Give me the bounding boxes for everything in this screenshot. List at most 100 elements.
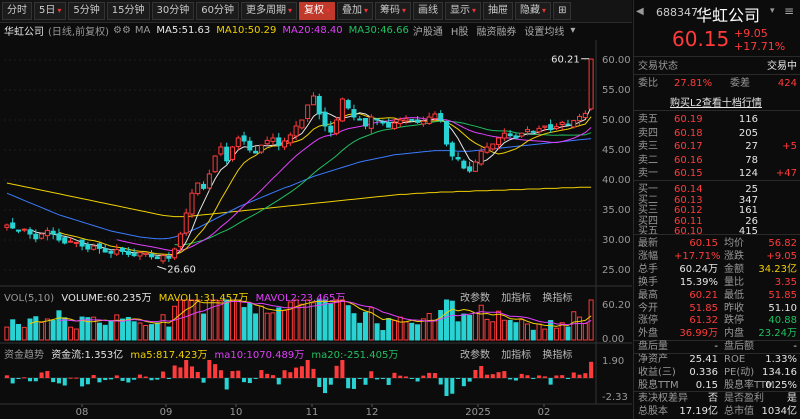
fund-bar bbox=[403, 376, 409, 378]
volume-bar bbox=[253, 313, 259, 341]
fund-bar bbox=[218, 370, 223, 378]
layout-icon[interactable]: ⊞ bbox=[553, 2, 572, 20]
candle-body bbox=[449, 142, 455, 157]
vol-swap-indicator-button[interactable]: 换指标 bbox=[542, 293, 572, 304]
toolbar-button-5[interactable]: 60分钟 bbox=[196, 2, 239, 20]
toolbar-button-4[interactable]: 30分钟 bbox=[151, 2, 195, 20]
high-annotation: 60.21 bbox=[551, 55, 580, 66]
candle-body bbox=[218, 146, 224, 155]
toolbar-button-13[interactable]: 隐藏 ▾ bbox=[515, 2, 552, 20]
stat-value: 1034亿 bbox=[761, 405, 797, 417]
vol-add-indicator-button[interactable]: 加指标 bbox=[501, 293, 531, 304]
toolbar-button-12[interactable]: 抽屉 bbox=[483, 2, 514, 20]
candle-body bbox=[21, 228, 27, 231]
volume-bar bbox=[91, 316, 97, 341]
fund-bar bbox=[479, 366, 484, 378]
quote-stat-row: 总手 60.24万 金额 34.23亿 bbox=[634, 263, 800, 276]
fund-bar bbox=[62, 378, 67, 386]
toolbar-button-2[interactable]: 5分钟 bbox=[68, 2, 105, 20]
collapse-icon[interactable]: ◀ bbox=[636, 6, 644, 17]
orderbook-volume: 27 bbox=[745, 141, 758, 152]
fund-bar bbox=[496, 372, 501, 378]
toolbar-button-9[interactable]: 筹码 ▾ bbox=[375, 2, 412, 20]
toolbar-button-3[interactable]: 15分钟 bbox=[106, 2, 150, 20]
volume-bar bbox=[501, 319, 507, 341]
volume-bar bbox=[247, 302, 253, 341]
fund-bar bbox=[508, 378, 513, 380]
fund-bar bbox=[398, 375, 403, 378]
fund-change-param-button[interactable]: 改参数 bbox=[460, 350, 490, 361]
ma30-value: MA30:46.66 bbox=[348, 24, 409, 36]
volume-bar bbox=[316, 299, 322, 341]
toolbar-button-6[interactable]: 更多周期 ▾ bbox=[240, 2, 297, 20]
volume-bar bbox=[345, 305, 351, 341]
fund-bar bbox=[22, 377, 27, 379]
toolbar-button-label: 30分钟 bbox=[156, 5, 190, 16]
vol-change-param-button[interactable]: 改参数 bbox=[460, 293, 490, 304]
candle-body bbox=[438, 113, 444, 121]
toolbar-button-0[interactable]: 分时 bbox=[2, 2, 32, 20]
chevron-down-icon: ▾ bbox=[325, 6, 330, 15]
volume-bar bbox=[577, 316, 583, 341]
toolbar-button-label: 更多周期 bbox=[245, 5, 286, 16]
toolbar-button-1[interactable]: 5日 ▾ bbox=[34, 2, 67, 20]
fund-bar bbox=[68, 377, 73, 379]
volume-bar bbox=[264, 312, 270, 341]
fund-bar bbox=[236, 370, 241, 378]
collapse-icon[interactable]: ▾ bbox=[570, 25, 575, 36]
toolbar-button-label: 显示 bbox=[450, 5, 471, 16]
stat-value: 0.25% bbox=[765, 379, 797, 391]
chevron-down-icon: ▾ bbox=[57, 6, 62, 15]
margin-link[interactable]: 融资融券 bbox=[476, 23, 516, 38]
toolbar-button-label: 5分钟 bbox=[73, 5, 100, 16]
toolbar-button-10[interactable]: 画线 bbox=[413, 2, 444, 20]
menu-icon[interactable]: ≡ bbox=[784, 4, 794, 18]
toolbar-button-label: 60分钟 bbox=[201, 5, 234, 16]
exchange-link[interactable]: 沪股通 bbox=[413, 23, 443, 38]
fund-bar bbox=[195, 372, 200, 378]
volume-bar bbox=[85, 317, 91, 341]
candle-body bbox=[322, 111, 328, 127]
candle-body bbox=[299, 119, 305, 129]
fund-bar bbox=[178, 367, 183, 378]
candle-body bbox=[536, 127, 542, 133]
weicha-label: 委差 bbox=[730, 78, 750, 89]
candle-body bbox=[426, 116, 432, 124]
stat-value: 17.19亿 bbox=[679, 405, 718, 417]
fund-bar bbox=[323, 378, 328, 394]
candle-body bbox=[507, 133, 513, 137]
volume-bar bbox=[108, 320, 114, 341]
price-tick-label: 30.00 bbox=[602, 235, 631, 246]
toolbar-button-8[interactable]: 叠加 ▾ bbox=[337, 2, 374, 20]
volume-bar bbox=[334, 299, 340, 341]
fund-bar bbox=[207, 360, 212, 378]
stat-value: 61.32 bbox=[689, 315, 718, 327]
candle-body bbox=[73, 241, 79, 244]
gear-icon[interactable]: ⚙⚙ bbox=[113, 25, 131, 36]
quote-stat-row: 涨停 61.32 跌停 40.88 bbox=[634, 314, 800, 327]
volume-bar bbox=[467, 315, 473, 341]
hshare-link[interactable]: H股 bbox=[451, 23, 469, 38]
toolbar-button-11[interactable]: 显示 ▾ bbox=[445, 2, 482, 20]
fund-add-indicator-button[interactable]: 加指标 bbox=[501, 350, 531, 361]
volume-bar bbox=[183, 299, 189, 341]
volume-bar bbox=[548, 320, 554, 341]
l2-upgrade-link[interactable]: 购买L2查看十档行情 bbox=[670, 94, 762, 109]
period-label[interactable]: (日线,前复权) bbox=[48, 23, 109, 38]
x-axis-label: 10 bbox=[230, 407, 243, 418]
fund-bar bbox=[126, 378, 131, 383]
toolbar-button-label: 筹码 bbox=[380, 5, 401, 16]
price-change-pct: +17.71% bbox=[734, 40, 786, 53]
stat-value: - bbox=[793, 341, 797, 353]
stat-value: 3.35 bbox=[774, 276, 797, 288]
ma-settings-link[interactable]: 设置均线 bbox=[524, 23, 564, 38]
fund-bar bbox=[253, 378, 258, 379]
fund-bar bbox=[473, 370, 478, 378]
candle-body bbox=[224, 146, 230, 162]
toolbar-button-7[interactable]: 复权 ▾ bbox=[298, 2, 335, 20]
candle-body bbox=[10, 222, 16, 229]
fund-swap-indicator-button[interactable]: 换指标 bbox=[542, 350, 572, 361]
dropdown-icon[interactable]: ▾ bbox=[770, 6, 775, 16]
fund-ma5-value: ma5:817.423万 bbox=[130, 350, 208, 361]
volume-bar bbox=[380, 330, 386, 341]
